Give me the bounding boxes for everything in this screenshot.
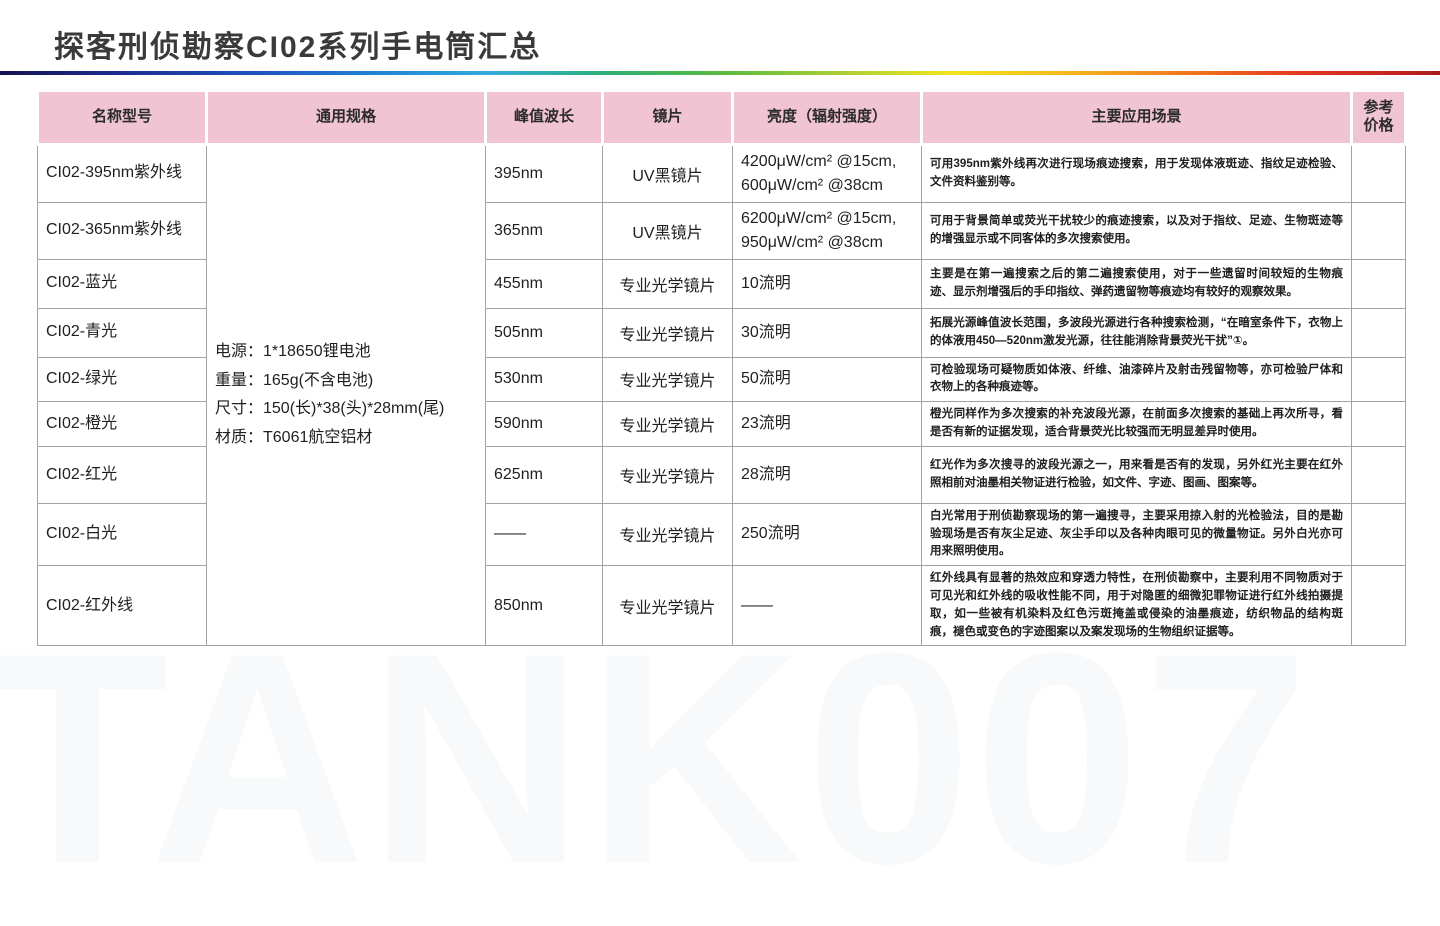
header-row: 名称型号 通用规格 峰值波长 镜片 亮度（辐射强度） 主要应用场景 参考价格 — [38, 92, 1406, 144]
brightness-cell: 250流明 — [733, 503, 922, 565]
header-specs: 通用规格 — [207, 92, 486, 144]
model-cell: CI02-橙光 — [38, 402, 207, 447]
lens-cell: UV黑镜片 — [603, 144, 733, 202]
table-header: 名称型号 通用规格 峰值波长 镜片 亮度（辐射强度） 主要应用场景 参考价格 — [38, 92, 1406, 144]
model-cell: CI02-红外线 — [38, 566, 207, 646]
model-cell: CI02-红光 — [38, 446, 207, 503]
lens-cell: 专业光学镜片 — [603, 503, 733, 565]
rainbow-divider — [0, 71, 1440, 75]
lens-cell: UV黑镜片 — [603, 202, 733, 259]
price-cell — [1352, 566, 1406, 646]
wavelength-cell: 530nm — [486, 357, 603, 402]
model-cell: CI02-绿光 — [38, 357, 207, 402]
lens-cell: 专业光学镜片 — [603, 566, 733, 646]
lens-cell: 专业光学镜片 — [603, 357, 733, 402]
header-price: 参考价格 — [1352, 92, 1406, 144]
brand-watermark: TANK007 — [0, 608, 1311, 908]
application-cell: 可检验现场可疑物质如体液、纤维、油漆碎片及射击残留物等，亦可检验尸体和衣物上的各… — [922, 357, 1352, 402]
brightness-cell: —— — [733, 566, 922, 646]
application-cell: 红外线具有显著的热效应和穿透力特性，在刑侦勘察中，主要利用不同物质对于可见光和红… — [922, 566, 1352, 646]
table-row: CI02-395nm紫外线 电源：1*18650锂电池 重量：165g(不含电池… — [38, 144, 1406, 202]
wavelength-cell: 395nm — [486, 144, 603, 202]
header-brightness: 亮度（辐射强度） — [733, 92, 922, 144]
price-cell — [1352, 357, 1406, 402]
application-cell: 主要是在第一遍搜索之后的第二遍搜索使用，对于一些遗留时间较短的生物痕迹、显示剂增… — [922, 259, 1352, 308]
model-cell: CI02-蓝光 — [38, 259, 207, 308]
brightness-cell: 4200μW/cm² @15cm, 600μW/cm² @38cm — [733, 144, 922, 202]
model-cell: CI02-395nm紫外线 — [38, 144, 207, 202]
model-cell: CI02-白光 — [38, 503, 207, 565]
wavelength-cell: —— — [486, 503, 603, 565]
application-cell: 可用395nm紫外线再次进行现场痕迹搜索，用于发现体液斑迹、指纹足迹检验、文件资… — [922, 144, 1352, 202]
lens-cell: 专业光学镜片 — [603, 402, 733, 447]
brightness-cell: 10流明 — [733, 259, 922, 308]
wavelength-cell: 365nm — [486, 202, 603, 259]
header-lens: 镜片 — [603, 92, 733, 144]
price-cell — [1352, 446, 1406, 503]
lens-cell: 专业光学镜片 — [603, 446, 733, 503]
price-cell — [1352, 259, 1406, 308]
wavelength-cell: 455nm — [486, 259, 603, 308]
brightness-cell: 30流明 — [733, 308, 922, 357]
brightness-cell: 6200μW/cm² @15cm, 950μW/cm² @38cm — [733, 202, 922, 259]
application-cell: 橙光同样作为多次搜索的补充波段光源，在前面多次搜索的基础上再次所寻，看是否有新的… — [922, 402, 1352, 447]
header-wavelength: 峰值波长 — [486, 92, 603, 144]
flashlight-spec-table: 名称型号 通用规格 峰值波长 镜片 亮度（辐射强度） 主要应用场景 参考价格 C… — [36, 92, 1407, 646]
wavelength-cell: 505nm — [486, 308, 603, 357]
brightness-cell: 23流明 — [733, 402, 922, 447]
application-cell: 白光常用于刑侦勘察现场的第一遍搜寻，主要采用掠入射的光检验法，目的是勘验现场是否… — [922, 503, 1352, 565]
page-title: 探客刑侦勘察CI02系列手电筒汇总 — [54, 22, 541, 66]
price-cell — [1352, 308, 1406, 357]
shared-specs-cell: 电源：1*18650锂电池 重量：165g(不含电池) 尺寸：150(长)*38… — [207, 144, 486, 646]
wavelength-cell: 590nm — [486, 402, 603, 447]
lens-cell: 专业光学镜片 — [603, 259, 733, 308]
price-cell — [1352, 503, 1406, 565]
price-cell — [1352, 402, 1406, 447]
wavelength-cell: 850nm — [486, 566, 603, 646]
lens-cell: 专业光学镜片 — [603, 308, 733, 357]
application-cell: 可用于背景简单或荧光干扰较少的痕迹搜索，以及对于指纹、足迹、生物斑迹等的增强显示… — [922, 202, 1352, 259]
price-cell — [1352, 202, 1406, 259]
model-cell: CI02-青光 — [38, 308, 207, 357]
application-cell: 拓展光源峰值波长范围，多波段光源进行各种搜索检测，“在暗室条件下，衣物上的体液用… — [922, 308, 1352, 357]
application-cell: 红光作为多次搜寻的波段光源之一，用来看是否有的发现，另外红光主要在红外照相前对油… — [922, 446, 1352, 503]
wavelength-cell: 625nm — [486, 446, 603, 503]
header-application: 主要应用场景 — [922, 92, 1352, 144]
model-cell: CI02-365nm紫外线 — [38, 202, 207, 259]
brightness-cell: 28流明 — [733, 446, 922, 503]
table-body: CI02-395nm紫外线 电源：1*18650锂电池 重量：165g(不含电池… — [38, 144, 1406, 646]
header-model: 名称型号 — [38, 92, 207, 144]
price-cell — [1352, 144, 1406, 202]
brightness-cell: 50流明 — [733, 357, 922, 402]
